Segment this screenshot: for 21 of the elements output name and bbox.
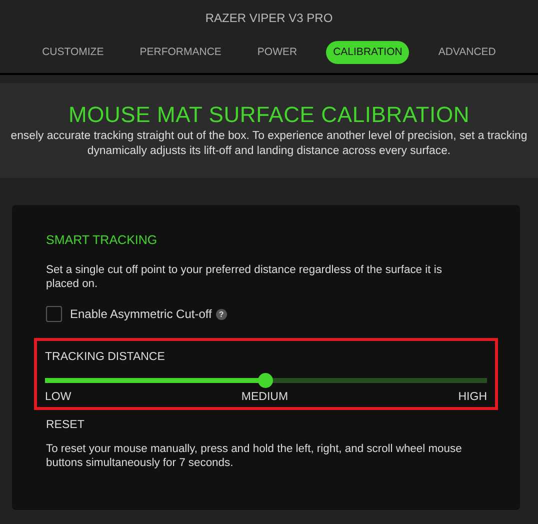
slider-mark-label: MEDIUM: [241, 391, 288, 403]
tab[interactable]: POWER: [250, 41, 304, 64]
section-heading: SMART TRACKING: [46, 233, 158, 247]
checkbox-label: Enable Asymmetric Cut-off: [70, 307, 212, 321]
window-title: RAZER VIPER V3 PRO: [205, 10, 333, 26]
tab[interactable]: ADVANCED: [431, 41, 503, 64]
slider-label: TRACKING DISTANCE: [45, 351, 166, 363]
page-heading: MOUSE MAT SURFACE CALIBRATION: [68, 101, 470, 129]
tab[interactable]: CUSTOMIZE: [35, 41, 111, 64]
intro-text: dynamically adjusts its lift-off and landing distance across every surface.: [87, 144, 451, 159]
intro-text: ensely accurate tracking straight out of the box. To experience another level of precision, set a tracking: [10, 129, 528, 144]
description-text: Set a single cut off point to your preferred distance regardless of the surface it is placed on.: [46, 263, 443, 291]
help-icon[interactable]: ?: [216, 308, 227, 320]
tab[interactable]: PERFORMANCE: [132, 41, 228, 64]
tab[interactable]: CALIBRATION: [326, 41, 410, 64]
slider-mark-label: HIGH: [458, 391, 487, 403]
reset-text: To reset your mouse manually, press and hold the left, right, and scroll wheel mouse buttons simultaneously for 7 seconds.: [46, 442, 463, 470]
checkbox[interactable]: [46, 306, 62, 322]
reset-heading: RESET: [46, 419, 86, 431]
slider-thumb[interactable]: [258, 373, 273, 388]
slider-mark-label: LOW: [45, 391, 72, 403]
